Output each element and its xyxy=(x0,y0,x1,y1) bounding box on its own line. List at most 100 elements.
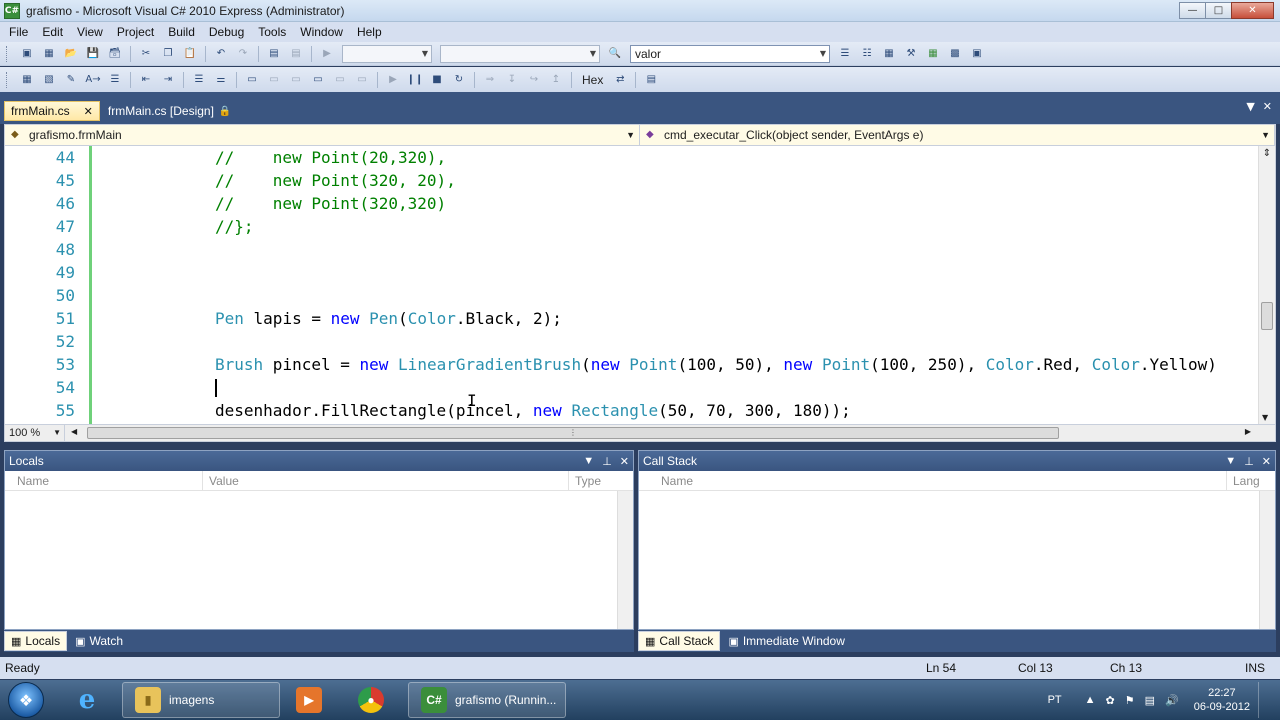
add-item-icon[interactable]: ▦ xyxy=(41,46,57,62)
display-word-icon[interactable]: ☰ xyxy=(107,72,123,88)
taskbar-grafismo[interactable]: C# grafismo (Runnin... xyxy=(408,682,566,718)
editor-horizontal-scrollbar[interactable]: ⋮ xyxy=(77,427,1253,439)
class-combo[interactable]: ◆ grafismo.frmMain ▼ xyxy=(5,125,640,145)
editor-vertical-scrollbar[interactable]: ⇕ ▼ xyxy=(1258,146,1275,424)
pin-icon[interactable]: ⊥ xyxy=(1244,455,1254,468)
toolbox-icon[interactable]: ⚒ xyxy=(903,46,919,62)
save-all-icon[interactable]: 🗃 xyxy=(107,46,123,62)
code-line[interactable]: 52 xyxy=(5,330,1257,353)
copy-icon[interactable]: ❐ xyxy=(160,46,176,62)
code-line[interactable]: 55 desenhador.FillRectangle(pincel, new R… xyxy=(5,399,1257,422)
open-file-icon[interactable]: 📂 xyxy=(63,46,79,62)
toolbar-grip[interactable] xyxy=(6,45,10,62)
column-value[interactable]: Value xyxy=(203,471,569,490)
close-icon[interactable]: ✕ xyxy=(620,455,629,468)
show-desktop-button[interactable] xyxy=(1258,682,1272,718)
start-page-icon[interactable]: ▦ xyxy=(925,46,941,62)
pin-icon[interactable]: ⊥ xyxy=(602,455,612,468)
volume-icon[interactable]: 🔊 xyxy=(1165,694,1179,707)
menu-tools[interactable]: Tools xyxy=(251,22,293,42)
column-name[interactable]: Name xyxy=(11,471,203,490)
member-combo[interactable]: ◆ cmd_executar_Click(object sender, Even… xyxy=(640,125,1275,145)
outdent-icon[interactable]: ⇤ xyxy=(138,72,154,88)
hex-display-toggle[interactable]: Hex xyxy=(582,73,603,87)
action-center-flag-icon[interactable]: ⚑ xyxy=(1125,694,1135,707)
taskbar-internet-explorer[interactable]: e xyxy=(62,682,118,718)
chevron-down-icon[interactable]: ▼ xyxy=(583,455,594,468)
tab-frmmain-cs[interactable]: frmMain.cs ✕ xyxy=(4,101,100,121)
menu-build[interactable]: Build xyxy=(161,22,202,42)
clear-bookmarks-icon[interactable]: ▭ xyxy=(354,72,370,88)
scroll-right-icon[interactable]: ▶ xyxy=(1245,427,1251,436)
tab-call-stack[interactable]: ▦ Call Stack xyxy=(638,631,721,651)
close-button[interactable]: ✕ xyxy=(1231,2,1274,19)
scroll-down-icon[interactable]: ▼ xyxy=(1262,413,1268,422)
step-over-icon[interactable]: ↪ xyxy=(526,72,542,88)
vertical-scrollbar[interactable] xyxy=(617,491,633,629)
step-into-icon[interactable]: ↧ xyxy=(504,72,520,88)
zoom-combo[interactable]: 100 % ▼ xyxy=(5,425,65,441)
show-next-statement-icon[interactable]: ⇒ xyxy=(482,72,498,88)
column-type[interactable]: Type xyxy=(569,471,619,490)
tab-watch[interactable]: ▣ Watch xyxy=(69,631,129,651)
show-hidden-icons-icon[interactable]: ▲ xyxy=(1085,694,1096,706)
taskbar-imagens[interactable]: ▮ imagens xyxy=(122,682,280,718)
solution-explorer-icon[interactable]: ☰ xyxy=(837,46,853,62)
code-line[interactable]: 46 // new Point(320,320) xyxy=(5,192,1257,215)
new-project-icon[interactable]: ▣ xyxy=(19,46,35,62)
properties-icon[interactable]: ☷ xyxy=(859,46,875,62)
next-bookmark-icon[interactable]: ▭ xyxy=(288,72,304,88)
taskbar-chrome[interactable]: ● xyxy=(346,682,402,718)
code-line[interactable]: 53 Brush pincel = new LinearGradientBrush… xyxy=(5,353,1257,376)
paste-icon[interactable]: 📋 xyxy=(182,46,198,62)
close-icon[interactable]: ✕ xyxy=(1263,100,1272,113)
uncomment-icon[interactable]: ⚌ xyxy=(213,72,229,88)
start-debugging-icon[interactable]: ▶ xyxy=(319,46,335,62)
start-button[interactable]: ❖ xyxy=(8,682,44,718)
restart-icon[interactable]: ↻ xyxy=(451,72,467,88)
member-list-icon[interactable]: ▦ xyxy=(19,72,35,88)
complete-word-icon[interactable]: A→ xyxy=(85,72,101,88)
tab-locals[interactable]: ▦ Locals xyxy=(4,631,68,651)
output-window-icon[interactable]: ▣ xyxy=(969,46,985,62)
toolbar-grip[interactable] xyxy=(6,71,10,88)
find-combo[interactable]: valor ▼ xyxy=(630,44,830,63)
network-icon[interactable]: ▤ xyxy=(1145,694,1155,707)
find-in-files-icon[interactable]: 🔍 xyxy=(607,46,623,62)
chevron-down-icon[interactable]: ▼ xyxy=(1225,455,1236,468)
break-all-icon[interactable]: ❙❙ xyxy=(407,72,424,88)
tray-app-icon[interactable]: ✿ xyxy=(1106,694,1115,707)
close-icon[interactable]: ✕ xyxy=(84,105,93,118)
breakpoints-icon[interactable]: ⇄ xyxy=(612,72,628,88)
scrollbar-thumb[interactable] xyxy=(1261,302,1273,330)
code-line[interactable]: 48 xyxy=(5,238,1257,261)
column-lang[interactable]: Lang xyxy=(1227,471,1259,490)
code-line[interactable]: 54 xyxy=(5,376,1257,399)
menu-window[interactable]: Window xyxy=(293,22,350,42)
extension-manager-icon[interactable]: ▩ xyxy=(947,46,963,62)
language-indicator[interactable]: PT xyxy=(1048,694,1062,706)
tab-frmmain-design[interactable]: frmMain.cs [Design] 🔒 xyxy=(102,101,237,121)
save-icon[interactable]: 💾 xyxy=(85,46,101,62)
prev-bookmark-folder-icon[interactable]: ▭ xyxy=(310,72,326,88)
code-line[interactable]: 51 Pen lapis = new Pen(Color.Black, 2); xyxy=(5,307,1257,330)
comment-icon[interactable]: ☰ xyxy=(191,72,207,88)
next-bookmark-folder-icon[interactable]: ▭ xyxy=(332,72,348,88)
redo-icon[interactable]: ↷ xyxy=(235,46,251,62)
code-line[interactable]: 45 // new Point(320, 20), xyxy=(5,169,1257,192)
step-out-icon[interactable]: ↥ xyxy=(548,72,564,88)
quick-info-icon[interactable]: ✎ xyxy=(63,72,79,88)
code-line[interactable]: 49 xyxy=(5,261,1257,284)
windows-dropdown-icon[interactable]: ▤ xyxy=(643,72,659,88)
code-line[interactable]: 47 //}; xyxy=(5,215,1257,238)
vertical-scrollbar[interactable] xyxy=(1259,491,1275,629)
bookmark-icon[interactable]: ▭ xyxy=(244,72,260,88)
maximize-button[interactable]: □ xyxy=(1205,2,1232,19)
menu-file[interactable]: File xyxy=(2,22,35,42)
menu-debug[interactable]: Debug xyxy=(202,22,251,42)
taskbar-media-player[interactable]: ▶ xyxy=(284,682,340,718)
continue-icon[interactable]: ▶ xyxy=(385,72,401,88)
clock[interactable]: 22:27 06-09-2012 xyxy=(1194,686,1250,714)
undo-icon[interactable]: ↶ xyxy=(213,46,229,62)
code-line[interactable]: 50 xyxy=(5,284,1257,307)
